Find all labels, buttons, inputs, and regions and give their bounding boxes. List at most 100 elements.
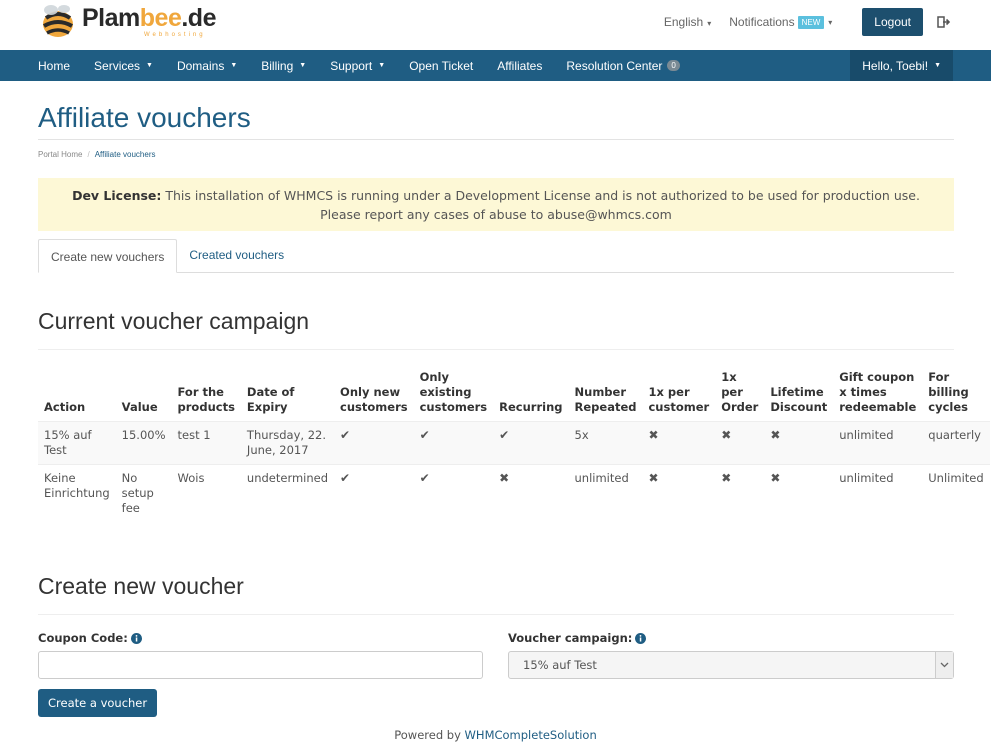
- table-cell: unlimited: [833, 421, 923, 465]
- breadcrumb-home[interactable]: Portal Home: [38, 150, 82, 159]
- column-header: Action: [44, 400, 86, 414]
- cross-icon: ✖: [493, 464, 569, 522]
- chevron-down-icon: ▾: [707, 19, 712, 28]
- notifications-label: Notifications: [729, 15, 795, 29]
- table-cell: unlimited: [833, 464, 923, 522]
- top-header: Plambee.de Webhosting English ▾ Notificat…: [0, 0, 991, 50]
- logo[interactable]: Plambee.de Webhosting: [38, 2, 216, 42]
- top-right-menu: English ▾ Notifications NEW ▾ Logout: [664, 8, 991, 36]
- sign-out-icon[interactable]: [937, 15, 951, 29]
- nav-label: Home: [38, 58, 71, 73]
- table-cell: unlimited: [568, 464, 643, 522]
- tab-create-new-vouchers[interactable]: Create new vouchers: [38, 239, 178, 273]
- column-header: Gift coupon x times redeemable: [839, 370, 917, 414]
- cross-icon: ✖: [642, 464, 716, 522]
- cross-icon: ✖: [715, 464, 765, 522]
- column-header: Number Repeated: [574, 385, 637, 414]
- nav-label: Services: [94, 58, 141, 73]
- column-header: Date of Expiry: [246, 385, 295, 414]
- coupon-code-input[interactable]: [38, 651, 483, 679]
- table-cell: No setup fee: [115, 464, 172, 522]
- table-cell: Unlimited: [922, 464, 990, 522]
- dev-license-alert: Dev License: This installation of WHMCS …: [38, 178, 954, 231]
- chevron-down-icon: ▼: [146, 62, 153, 69]
- new-badge: NEW: [797, 15, 825, 29]
- user-menu[interactable]: Hello, Toebi! ▼: [850, 50, 953, 81]
- table-cell: quarterly: [922, 421, 990, 465]
- create-voucher-button[interactable]: Create a voucher: [38, 689, 158, 717]
- column-header: 1x per Order: [721, 370, 759, 414]
- tab-created-vouchers[interactable]: Created vouchers: [177, 238, 296, 272]
- language-label: English: [663, 15, 704, 29]
- table-row: Keine Einrichtung No setup fee Wois unde…: [38, 464, 990, 522]
- alert-strong: Dev License:: [72, 188, 162, 203]
- check-icon: ✔: [334, 421, 414, 465]
- cross-icon: ✖: [764, 464, 834, 522]
- divider: [38, 349, 954, 350]
- table-cell: Thursday, 22. June, 2017: [240, 421, 335, 465]
- select-value: 15% auf Test: [523, 658, 597, 672]
- chevron-down-icon: ▼: [230, 62, 238, 69]
- check-icon: ✔: [493, 421, 569, 465]
- nav-label: Billing: [261, 58, 294, 73]
- chevron-down-icon[interactable]: [935, 652, 953, 678]
- info-icon[interactable]: [130, 632, 142, 644]
- breadcrumb-current: Affiliate vouchers: [94, 150, 156, 159]
- breadcrumb: Portal Home / Affiliate vouchers: [38, 150, 954, 160]
- breadcrumb-separator: /: [87, 150, 90, 159]
- cross-icon: ✖: [642, 421, 716, 465]
- table-cell: 15% auf Test: [38, 421, 116, 465]
- bee-logo-icon: [43, 5, 73, 37]
- voucher-form: Coupon Code: Voucher campaign: 15% auf T…: [38, 629, 954, 679]
- nav-affiliates[interactable]: Affiliates: [497, 59, 542, 73]
- nav-home[interactable]: Home: [38, 59, 70, 73]
- nav-label: Domains: [176, 58, 225, 73]
- notifications-dropdown[interactable]: Notifications NEW ▾: [729, 15, 832, 29]
- voucher-campaign-group: Voucher campaign: 15% auf Test: [508, 629, 954, 679]
- chevron-down-icon: ▼: [299, 62, 307, 69]
- column-header: Recurring: [499, 400, 563, 414]
- nav-domains[interactable]: Domains ▼: [177, 59, 237, 73]
- nav-resolution-center[interactable]: Resolution Center 0: [566, 59, 680, 73]
- coupon-code-label: Coupon Code:: [38, 629, 483, 647]
- main-navbar: Home Services ▼ Domains ▼ Billing ▼ Support…: [0, 50, 991, 81]
- column-header: 1x per customer: [648, 385, 710, 414]
- chevron-down-icon: ▼: [378, 62, 386, 69]
- alert-text: This installation of WHMCS is running un…: [165, 188, 920, 222]
- footer: Powered by WHMCompleteSolution: [0, 728, 991, 742]
- logo-subtitle: Webhosting: [144, 32, 206, 38]
- chevron-down-icon: ▼: [934, 62, 941, 69]
- language-dropdown[interactable]: English ▾: [664, 15, 711, 29]
- label-text: Voucher campaign:: [508, 631, 633, 645]
- footer-prefix: Powered by: [394, 728, 461, 742]
- nav-support[interactable]: Support ▼: [330, 59, 385, 73]
- column-header: Only existing customers: [419, 370, 488, 414]
- table-header-row: Action Value For the products Date of Ex…: [38, 366, 990, 422]
- create-voucher-section-title: Create new voucher: [38, 573, 244, 599]
- column-header: For billing cycles: [928, 370, 969, 414]
- column-header: Value: [121, 400, 158, 414]
- divider: [38, 614, 954, 615]
- voucher-tabs: Create new vouchers Created vouchers: [38, 239, 954, 273]
- nav-services[interactable]: Services ▼: [94, 59, 153, 73]
- nav-open-ticket[interactable]: Open Ticket: [409, 59, 473, 73]
- user-greeting: Hello, Toebi!: [862, 58, 929, 73]
- info-icon[interactable]: [635, 632, 647, 644]
- logo-wordmark: Plambee.de: [82, 3, 216, 32]
- footer-link[interactable]: WHMCompleteSolution: [465, 728, 597, 742]
- voucher-campaign-label: Voucher campaign:: [508, 629, 954, 647]
- column-header: Only new customers: [340, 385, 408, 414]
- column-header: Lifetime Discount: [770, 385, 828, 414]
- count-badge: 0: [667, 60, 680, 71]
- nav-label: Open Ticket: [409, 58, 474, 73]
- check-icon: ✔: [413, 464, 494, 522]
- cross-icon: ✖: [715, 421, 765, 465]
- table-row: 15% auf Test 15.00% test 1 Thursday, 22.…: [38, 421, 990, 465]
- cross-icon: ✖: [764, 421, 834, 465]
- nav-billing[interactable]: Billing ▼: [261, 59, 306, 73]
- coupon-code-group: Coupon Code:: [38, 629, 483, 679]
- voucher-campaign-select[interactable]: 15% auf Test: [508, 651, 954, 679]
- voucher-campaign-table: Action Value For the products Date of Ex…: [38, 366, 990, 522]
- logout-button[interactable]: Logout: [862, 8, 923, 36]
- chevron-down-icon: ▾: [828, 17, 833, 27]
